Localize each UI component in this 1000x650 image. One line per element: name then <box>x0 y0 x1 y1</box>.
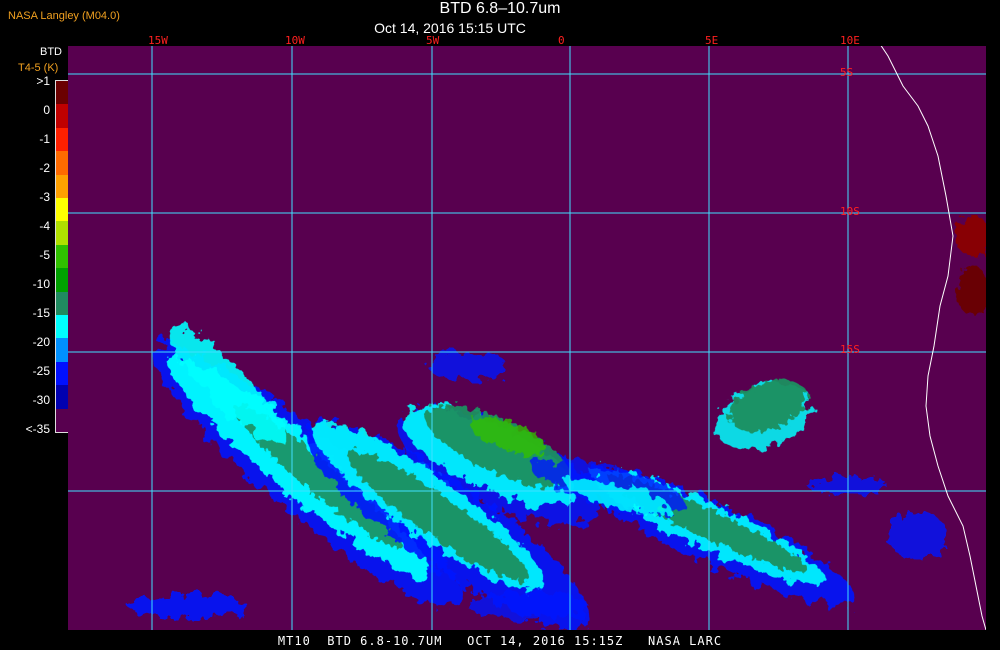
colorbar-tick-label: 0 <box>43 103 50 117</box>
cloud-patch <box>957 266 986 316</box>
colorbar-tick-label: -4 <box>39 219 50 233</box>
colorbar-title: BTD <box>40 46 62 58</box>
satellite-map <box>68 46 986 630</box>
map-datetime: Oct 14, 2016 15:15 UTC <box>374 20 526 36</box>
colorbar-tick-label: >1 <box>36 74 50 88</box>
colorbar-tick-label: -10 <box>32 277 50 291</box>
agency-label: NASA Langley (M04.0) <box>8 10 120 22</box>
colorbar-tick-label: -5 <box>39 248 50 262</box>
cloud-patch <box>128 594 248 618</box>
btd-imagery <box>68 46 986 630</box>
colorbar-subtitle: T4-5 (K) <box>18 62 59 74</box>
colorbar-tick-label: -1 <box>39 132 50 146</box>
latitude-label: 5S <box>840 66 854 79</box>
colorbar-tick-label: -2 <box>39 161 50 175</box>
colorbar-tick-label: -30 <box>32 393 50 407</box>
footer-caption: MT10 BTD 6.8-10.7UM OCT 14, 2016 15:15Z … <box>277 634 723 648</box>
colorbar-tick-label: -3 <box>39 190 50 204</box>
latitude-label: 15S <box>840 343 860 356</box>
colorbar-tick-label: <-35 <box>25 422 50 436</box>
colorbar-tick-label: -20 <box>32 335 50 349</box>
latitude-label: 10S <box>840 205 860 218</box>
map-title: BTD 6.8–10.7um <box>439 0 561 17</box>
colorbar-tick-label: -25 <box>32 364 50 378</box>
cloud-patch <box>955 216 986 256</box>
colorbar-tick-label: -15 <box>32 306 50 320</box>
cloud-bands <box>128 216 986 630</box>
cloud-patch <box>428 352 508 380</box>
cloud-patch <box>888 512 948 560</box>
